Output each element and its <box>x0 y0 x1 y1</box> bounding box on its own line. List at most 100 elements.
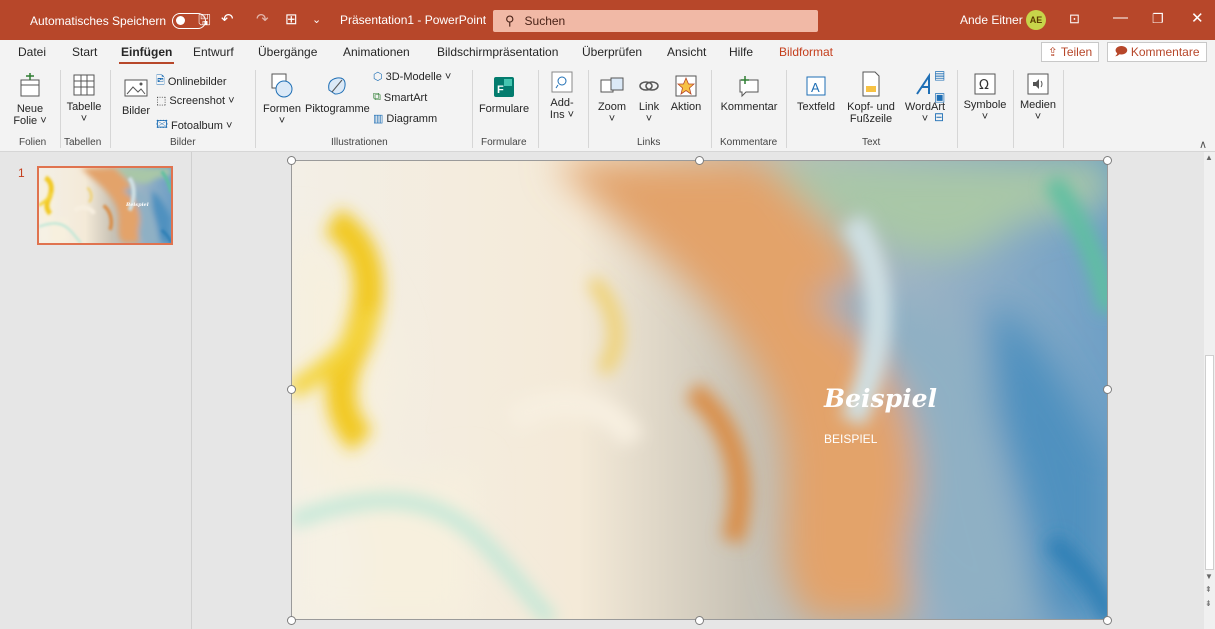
dropdown-icon: ˅ <box>278 115 286 127</box>
autosave-toggle[interactable]: Automatisches Speichern <box>30 13 207 29</box>
screenshot-button[interactable]: ⬚ Screenshot ˅ <box>156 94 235 108</box>
comment-button[interactable]: Kommentar <box>718 74 780 113</box>
symbols-button[interactable]: Ω Symbole ˅ <box>962 72 1008 123</box>
new-slide-icon <box>20 73 40 97</box>
table-button[interactable]: Tabelle ˅ <box>64 72 104 125</box>
minimize-icon[interactable]: — <box>1113 9 1128 26</box>
user-name[interactable]: Ande Eitner <box>960 13 1023 27</box>
chart-button[interactable]: ▥ Diagramm <box>373 112 437 126</box>
online-pictures-button[interactable]: 🖻 Onlinebilder <box>156 72 227 91</box>
forms-button[interactable]: F Formulare <box>478 74 530 115</box>
date-time-icon[interactable]: ▤ <box>934 68 945 82</box>
smartart-button[interactable]: ⧉ SmartArt <box>373 91 427 104</box>
resize-handle-top-right[interactable] <box>1103 156 1112 165</box>
slide-canvas[interactable]: Beispiel BEISPIEL <box>291 160 1108 620</box>
redo-icon[interactable]: ↷ <box>256 10 269 28</box>
header-footer-button[interactable]: Kopf- und Fußzeile <box>840 70 902 125</box>
zoom-button[interactable]: Zoom ˅ <box>594 74 630 125</box>
restore-icon[interactable]: ❐ <box>1152 11 1164 27</box>
ribbon-display-options-icon[interactable]: ⊡ <box>1069 11 1080 27</box>
vertical-scrollbar[interactable]: ▲ ▼ ⇞ ⇟ <box>1204 152 1215 629</box>
scroll-down-icon[interactable]: ▼ <box>1205 572 1213 581</box>
tab-entwurf[interactable]: Entwurf <box>193 45 234 59</box>
action-button[interactable]: Aktion <box>668 74 704 113</box>
next-slide-icon[interactable]: ⇟ <box>1205 599 1212 608</box>
screenshot-label: Screenshot ˅ <box>169 94 235 107</box>
dropdown-icon: ˅ <box>1034 111 1042 123</box>
link-button[interactable]: Link ˅ <box>634 74 664 125</box>
resize-handle-bottom-left[interactable] <box>287 616 296 625</box>
photo-album-label: Fotoalbum ˅ <box>170 119 233 132</box>
tab-hilfe[interactable]: Hilfe <box>729 45 753 59</box>
close-icon[interactable]: ✕ <box>1191 9 1204 27</box>
action-star-icon <box>675 75 697 97</box>
action-label: Aktion <box>670 101 702 113</box>
resize-handle-top[interactable] <box>695 156 704 165</box>
group-label-tabellen: Tabellen <box>64 137 102 148</box>
resize-handle-left[interactable] <box>287 385 296 394</box>
tab-ansicht[interactable]: Ansicht <box>667 45 706 59</box>
previous-slide-icon[interactable]: ⇞ <box>1205 585 1212 594</box>
resize-handle-bottom-right[interactable] <box>1103 616 1112 625</box>
group-separator <box>472 70 473 148</box>
3d-models-button[interactable]: ⬡ 3D-Modelle ˅ <box>373 70 451 84</box>
group-label-text: Text <box>862 137 881 148</box>
save-icon[interactable]: 🖫 <box>198 10 211 35</box>
resize-handle-bottom[interactable] <box>695 616 704 625</box>
new-slide-button[interactable]: Neue Folie ˅ <box>12 72 48 127</box>
media-label: Medien <box>1019 99 1057 111</box>
pictograms-label: Piktogramme <box>305 103 370 115</box>
avatar[interactable]: AE <box>1026 10 1046 30</box>
slide-thumbnail[interactable]: Beispiel <box>37 166 173 245</box>
header-footer-label-2: Fußzeile <box>849 113 893 125</box>
group-label-bilder: Bilder <box>170 137 196 148</box>
undo-icon[interactable]: ↶ <box>221 10 234 28</box>
tab-uebergaenge[interactable]: Übergänge <box>258 45 317 59</box>
share-label: Teilen <box>1060 45 1093 59</box>
scroll-up-icon[interactable]: ▲ <box>1205 153 1213 162</box>
add-ins-label-2: Ins ˅ <box>549 109 575 121</box>
add-ins-button[interactable]: Add- Ins ˅ <box>545 70 579 121</box>
tab-bildschirmpraesentation[interactable]: Bildschirmpräsentation <box>437 45 558 59</box>
tab-animationen[interactable]: Animationen <box>343 45 410 59</box>
photo-album-button[interactable]: 🖾 Fotoalbum ˅ <box>156 116 232 135</box>
tab-einfuegen[interactable]: Einfügen <box>118 45 175 65</box>
start-from-beginning-icon[interactable]: ⊞ <box>285 10 298 28</box>
textbox-button[interactable]: A Textfeld <box>793 74 839 113</box>
comments-button[interactable]: 🗩 Kommentare <box>1107 42 1207 62</box>
tab-ueberpruefen[interactable]: Überprüfen <box>582 45 642 59</box>
share-button[interactable]: ⇪ Teilen <box>1041 42 1099 62</box>
thumbnail-title: Beispiel <box>126 202 149 208</box>
customize-qat-icon[interactable]: ⌄ <box>312 13 321 26</box>
collapse-ribbon-icon[interactable]: ∧ <box>1199 138 1207 151</box>
media-button[interactable]: Medien ˅ <box>1018 72 1058 123</box>
dropdown-icon: ˅ <box>981 111 989 123</box>
group-label-links: Links <box>637 137 661 148</box>
slide-background-image[interactable] <box>292 161 1108 620</box>
search-box[interactable]: ⚲ Suchen <box>493 10 818 32</box>
share-icon: ⇪ <box>1047 45 1058 59</box>
speaker-icon <box>1027 73 1049 95</box>
shapes-button[interactable]: Formen ˅ <box>260 72 304 127</box>
object-icon[interactable]: ⊟ <box>934 110 944 124</box>
group-separator <box>711 70 712 148</box>
dropdown-icon: ˅ <box>608 113 616 125</box>
slide-number-icon[interactable]: ▣ <box>934 90 945 104</box>
icons-button[interactable]: Piktogramme <box>305 72 370 115</box>
tab-bildformat[interactable]: Bildformat <box>779 45 833 59</box>
header-footer-icon <box>862 71 880 97</box>
document-title: Präsentation1 - PowerPoint <box>340 13 487 27</box>
smartart-icon: ⧉ <box>373 91 381 103</box>
resize-handle-right[interactable] <box>1103 385 1112 394</box>
tab-start[interactable]: Start <box>72 45 97 59</box>
slide-title[interactable]: Beispiel <box>824 384 937 413</box>
new-slide-label-2: Folie ˅ <box>13 115 47 127</box>
pictures-button[interactable]: Bilder <box>120 76 152 117</box>
slide-subtitle[interactable]: BEISPIEL <box>824 432 877 446</box>
scrollbar-thumb[interactable] <box>1205 355 1214 570</box>
svg-text:Ω: Ω <box>979 78 989 93</box>
group-separator <box>110 70 111 148</box>
resize-handle-top-left[interactable] <box>287 156 296 165</box>
tab-datei[interactable]: Datei <box>18 45 46 59</box>
comments-label: Kommentare <box>1130 45 1200 59</box>
